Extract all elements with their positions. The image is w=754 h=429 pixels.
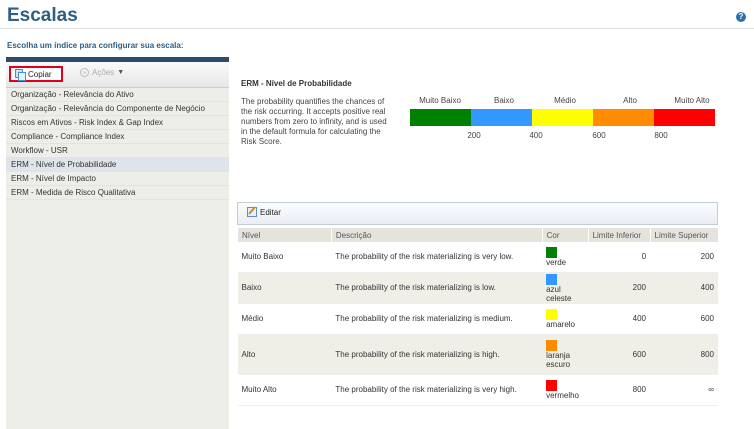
help-icon[interactable]: ? [736, 12, 746, 22]
color-swatch [546, 273, 558, 285]
cell-nivel: Médio [237, 303, 332, 335]
scale-label: Muito Alto [674, 96, 710, 105]
grid-toolbar [237, 202, 718, 225]
cell-nivel: Muito Alto [237, 374, 332, 406]
table-row[interactable]: Muito Alto The probability of the risk m… [237, 374, 718, 406]
copy-button[interactable]: Copiar [9, 66, 63, 82]
scale-segment [654, 109, 715, 126]
color-swatch [546, 309, 558, 320]
table-header-row: Nível Descrição Cor Limite Inferior Limi… [237, 228, 718, 242]
list-item[interactable]: ERM - Nível de Impacto [6, 172, 229, 186]
scale-label: Alto [623, 96, 637, 105]
column-header[interactable]: Limite Inferior [587, 228, 651, 242]
table-row[interactable]: Médio The probability of the risk materi… [237, 303, 718, 335]
cell-limite-superior: ∞ [650, 374, 718, 406]
copy-icon [15, 69, 26, 81]
table-row[interactable]: Baixo The probability of the risk materi… [237, 272, 718, 304]
scale-label: Médio [554, 96, 576, 105]
actions-button[interactable]: » Ações ▼ [80, 68, 124, 77]
table-row[interactable]: Muito Baixo The probability of the risk … [237, 242, 718, 273]
edit-button-label: Editar [260, 207, 281, 217]
cell-limite-inferior: 200 [588, 272, 651, 304]
scale-limit: 200 [467, 131, 481, 140]
cell-nivel: Baixo [237, 272, 332, 304]
page-title: Escalas [7, 5, 78, 26]
cell-limite-inferior: 600 [588, 334, 651, 375]
cell-limite-superior: 600 [650, 303, 718, 335]
list-item[interactable]: ERM - Medida de Risco Qualitativa [6, 186, 229, 200]
list-item[interactable]: Workflow - USR [6, 144, 229, 158]
cell-limite-inferior: 0 [588, 242, 651, 273]
edit-icon [247, 207, 257, 217]
cell-limite-inferior: 800 [588, 374, 651, 406]
column-header[interactable]: Descrição [330, 228, 543, 242]
cell-cor: azul celeste [546, 284, 572, 303]
scale-limit: 800 [654, 131, 668, 140]
cell-cor: verde [546, 258, 567, 268]
scale-description: The probability quantifies the chances o… [241, 97, 387, 146]
scale-preview: Muito Baixo Baixo Médio Alto Muito Alto … [410, 96, 715, 140]
copy-button-label: Copiar [28, 69, 52, 79]
scale-segment [410, 109, 471, 126]
cell-limite-superior: 200 [650, 242, 718, 273]
cell-limite-inferior: 400 [588, 303, 651, 335]
page-subtitle: Escolha um índice para configurar sua es… [7, 41, 184, 50]
chevron-down-icon: ▼ [117, 69, 125, 76]
scale-title: ERM - Nível de Probabilidade [241, 79, 352, 88]
cell-descricao: The probability of the risk materializin… [331, 334, 543, 375]
cell-descricao: The probability of the risk materializin… [331, 374, 543, 406]
column-header[interactable]: Cor [541, 228, 589, 242]
scale-segment [593, 109, 654, 126]
scale-label: Baixo [493, 96, 515, 105]
scale-table: Nível Descrição Cor Limite Inferior Limi… [237, 228, 718, 406]
column-header[interactable]: Nível [237, 228, 332, 242]
cell-limite-superior: 800 [650, 334, 718, 375]
scale-label: Muito Baixo [419, 96, 461, 105]
header-divider [0, 28, 754, 29]
actions-button-label: Ações [92, 68, 115, 77]
cell-cor: laranja escuro [546, 351, 571, 369]
column-header[interactable]: Limite Superior [649, 228, 718, 242]
scale-segment [471, 109, 532, 126]
cell-descricao: The probability of the risk materializin… [331, 242, 543, 273]
list-item-selected[interactable]: ERM - Nível de Probabilidade [6, 158, 229, 172]
cell-cor: amarelo [546, 320, 575, 329]
scale-segment [532, 109, 593, 126]
cell-descricao: The probability of the risk materializin… [331, 272, 543, 304]
color-swatch [546, 340, 558, 351]
color-swatch [546, 380, 558, 391]
scale-limit: 600 [592, 131, 606, 140]
list-item[interactable]: Riscos em Ativos - Risk Index & Gap Inde… [6, 116, 229, 130]
actions-icon: » [80, 68, 89, 77]
cell-descricao: The probability of the risk materializin… [331, 303, 543, 335]
list-item[interactable]: Organização - Relevância do Ativo [6, 88, 229, 102]
color-swatch [546, 247, 558, 259]
scale-limit: 400 [529, 131, 543, 140]
cell-nivel: Muito Baixo [237, 242, 332, 273]
index-list: Organização - Relevância do Ativo Organi… [6, 88, 229, 200]
table-row[interactable]: Alto The probability of the risk materia… [237, 334, 718, 375]
list-item[interactable]: Compliance - Compliance Index [6, 130, 229, 144]
cell-cor: vermelho [546, 391, 579, 400]
edit-button[interactable]: Editar [247, 207, 281, 217]
cell-nivel: Alto [237, 334, 332, 375]
list-item[interactable]: Organização - Relevância do Componente d… [6, 102, 229, 116]
cell-limite-superior: 400 [650, 272, 718, 304]
scale-color-bar [410, 109, 715, 126]
